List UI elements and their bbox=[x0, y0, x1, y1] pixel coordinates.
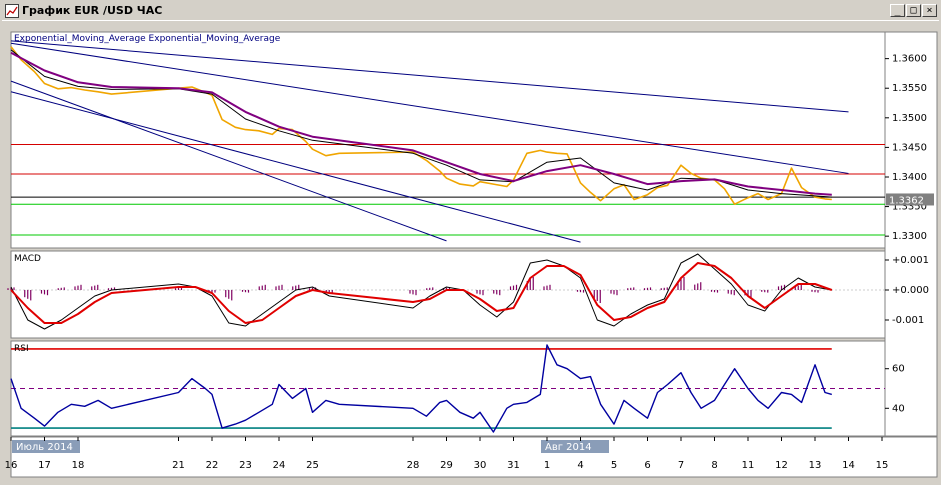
x-tick-label: 15 bbox=[876, 460, 889, 471]
x-tick-label: 5 bbox=[611, 460, 617, 471]
x-tick-label: 6 bbox=[644, 460, 650, 471]
price-legend: Exponential_Moving_Average Exponential_M… bbox=[14, 34, 281, 44]
chart-area[interactable]: Exponential_Moving_Average Exponential_M… bbox=[2, 22, 939, 483]
x-tick-label: 30 bbox=[474, 460, 487, 471]
period-label: Авг 2014 bbox=[545, 442, 592, 453]
macd-title: MACD bbox=[14, 254, 41, 264]
window-title: График EUR /USD ЧАС bbox=[22, 4, 163, 17]
close-button[interactable]: × bbox=[922, 4, 937, 17]
x-axis-strip bbox=[10, 436, 938, 478]
current-price-label: 1.3362 bbox=[889, 195, 924, 206]
restore-button[interactable]: □ bbox=[906, 4, 921, 17]
title-bar[interactable]: График EUR /USD ЧАС _ □ × bbox=[2, 2, 939, 21]
price-y-tick-label: 1.3600 bbox=[892, 54, 927, 65]
rsi-title: RSI bbox=[14, 344, 29, 354]
x-tick-label: 17 bbox=[38, 460, 51, 471]
x-tick-label: 13 bbox=[809, 460, 822, 471]
period-label: Июль 2014 bbox=[16, 442, 73, 453]
x-tick-label: 31 bbox=[507, 460, 520, 471]
x-tick-label: 7 bbox=[678, 460, 684, 471]
x-tick-label: 4 bbox=[577, 460, 583, 471]
price-y-tick-label: 1.3500 bbox=[892, 113, 927, 124]
rsi-y-tick-label: 40 bbox=[892, 403, 905, 414]
macd-y-tick-label: +0.000 bbox=[892, 285, 929, 296]
x-tick-label: 23 bbox=[239, 460, 252, 471]
price-y-tick-label: 1.3300 bbox=[892, 231, 927, 242]
macd-y-tick-label: -0.001 bbox=[892, 315, 924, 326]
x-tick-label: 14 bbox=[842, 460, 855, 471]
price-pane[interactable] bbox=[10, 31, 886, 249]
x-tick-label: 21 bbox=[172, 460, 185, 471]
x-tick-label: 28 bbox=[407, 460, 420, 471]
x-tick-label: 18 bbox=[72, 460, 85, 471]
x-tick-label: 25 bbox=[306, 460, 319, 471]
macd-pane[interactable] bbox=[10, 250, 886, 339]
rsi-y-tick-label: 60 bbox=[892, 364, 905, 375]
x-tick-label: 16 bbox=[5, 460, 18, 471]
macd-y-tick-label: +0.001 bbox=[892, 255, 929, 266]
minimize-button[interactable]: _ bbox=[890, 4, 905, 17]
x-tick-label: 1 bbox=[544, 460, 550, 471]
price-y-tick-label: 1.3450 bbox=[892, 142, 927, 153]
x-tick-label: 29 bbox=[440, 460, 453, 471]
chart-window-icon bbox=[5, 4, 19, 18]
x-tick-label: 11 bbox=[742, 460, 755, 471]
x-tick-label: 22 bbox=[206, 460, 219, 471]
x-tick-label: 12 bbox=[775, 460, 788, 471]
x-tick-label: 24 bbox=[273, 460, 286, 471]
price-y-tick-label: 1.3550 bbox=[892, 83, 927, 94]
x-tick-label: 8 bbox=[711, 460, 717, 471]
price-y-tick-label: 1.3400 bbox=[892, 172, 927, 183]
chart-svg[interactable]: Exponential_Moving_Average Exponential_M… bbox=[2, 22, 939, 483]
chart-window: График EUR /USD ЧАС _ □ × Exponential_Mo… bbox=[0, 0, 941, 485]
